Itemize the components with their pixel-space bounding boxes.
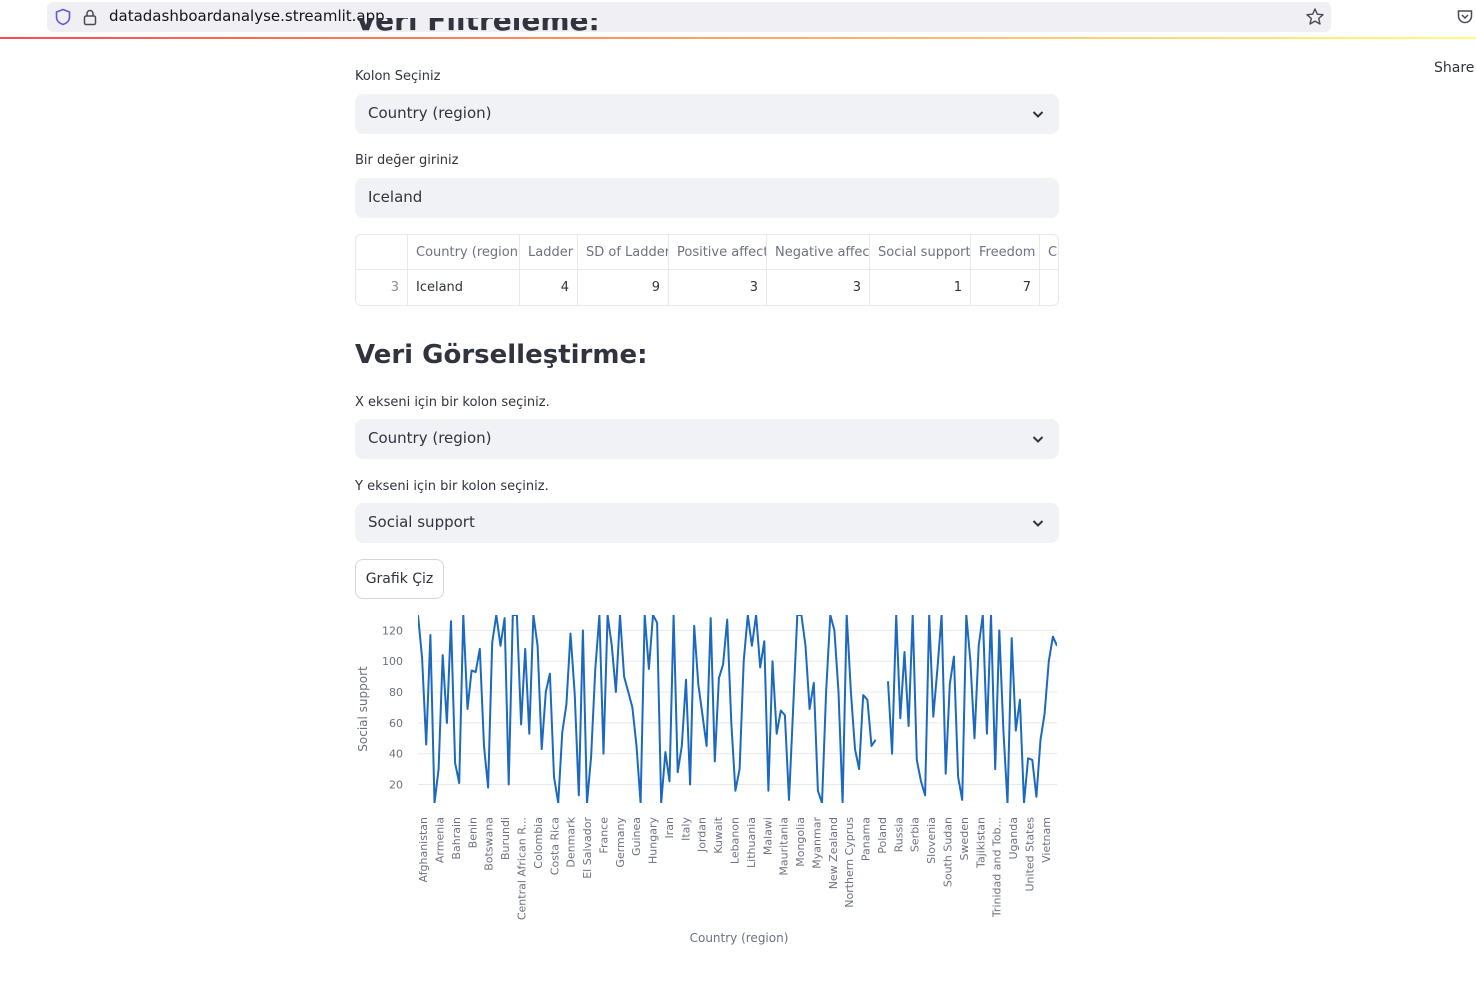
share-button[interactable]: Share [1434,60,1474,76]
x-tick-label: Sweden [958,817,971,860]
x-tick-label: Costa Rica [548,817,561,875]
x-tick-label: France [597,817,610,854]
x-tick-label: Iran [663,817,676,839]
y-tick-label: 20 [389,779,403,792]
bookmark-star-icon[interactable] [1305,7,1325,27]
x-tick-label: Burundi [499,817,512,860]
x-tick-label: Mongolia [794,817,807,867]
x-tick-label: Uganda [1007,817,1020,859]
table-row-index: 3 [356,270,408,305]
table-cell[interactable]: 9 [578,270,669,305]
x-select-label: X ekseni için bir kolon seçiniz. [355,395,550,410]
x-tick-label: Trinidad and Tob... [991,817,1004,918]
x-tick-label: Vietnam [1040,817,1053,863]
x-tick-label: Germany [614,817,627,868]
x-tick-label: Botswana [483,817,496,871]
x-tick-label: Serbia [909,817,922,852]
filter-section-title: Veri Filtreleme: [355,18,600,37]
table-header[interactable]: Social support [870,235,971,270]
x-tick-label: Northern Cyprus [843,817,856,908]
x-tick-label: New Zealand [827,817,840,889]
y-tick-label: 100 [382,655,403,668]
table-cell[interactable] [1040,270,1058,305]
x-tick-label: Hungary [647,817,660,864]
x-tick-label: Denmark [565,816,578,867]
value-input[interactable]: Iceland [355,178,1059,218]
y-tick-label: 120 [382,624,403,637]
y-select-label: Y ekseni için bir kolon seçiniz. [355,479,549,494]
chevron-down-icon [1032,520,1044,527]
x-tick-label: Myanmar [810,817,823,869]
table-header[interactable]: Freedom [971,235,1040,270]
x-tick-label: Slovenia [925,817,938,864]
table-cell[interactable]: 7 [971,270,1040,305]
value-input-text: Iceland [368,188,423,206]
table-cell[interactable]: Iceland [408,270,520,305]
table-header[interactable]: SD of Ladder [578,235,669,270]
column-select-label: Kolon Seçiniz [355,69,441,84]
viz-section-title: Veri Görselleştirme: [355,340,648,370]
x-tick-label: Russia [892,817,905,852]
series-line [418,615,1057,803]
pocket-icon[interactable] [1456,8,1474,26]
x-tick-label: Malawi [761,817,774,855]
x-tick-label: Lebanon [729,817,742,864]
y-tick-label: 80 [389,686,403,699]
x-tick-label: United States [1023,817,1036,892]
y-axis-select[interactable]: Social support [355,503,1059,543]
filtered-data-table[interactable]: Country (region) Ladder SD of Ladder Pos… [355,234,1059,306]
y-tick-label: 40 [389,748,403,761]
x-tick-label: Panama [860,817,873,861]
x-tick-label: Poland [876,817,889,854]
x-tick-label: Mauritania [778,817,791,876]
chevron-down-icon [1032,111,1044,118]
column-select-value: Country (region) [368,104,492,122]
line-chart[interactable]: 20406080100120Afghanistan Armenia Bahrain B… [355,605,1065,950]
y-axis-title: Social support [356,666,370,752]
table-header[interactable]: Negative affect [767,235,870,270]
shield-icon[interactable] [54,8,72,26]
y-tick-label: 60 [389,717,403,730]
url-text: datadashboardanalyse.streamlit.app [109,7,385,25]
x-tick-label: Jordan [696,817,709,853]
chevron-down-icon [1032,436,1044,443]
table-cell[interactable]: 3 [767,270,870,305]
x-axis-title: Country (region) [690,931,789,945]
table-cell[interactable]: 4 [520,270,578,305]
column-select[interactable]: Country (region) [355,94,1059,134]
x-tick-label: Tajikistan [974,817,987,869]
draw-chart-button[interactable]: Grafik Çiz [355,559,444,599]
lock-icon[interactable] [82,8,98,26]
table-header[interactable]: Ladder [520,235,578,270]
x-tick-label: South Sudan [942,817,955,887]
x-tick-label: El Salvador [581,817,594,879]
table-index-header [356,235,408,270]
x-tick-label: Central African R... [516,817,529,920]
x-tick-label: Benin [466,817,479,848]
y-axis-select-value: Social support [368,513,475,531]
x-tick-label: Kuwait [712,816,725,853]
x-tick-label: Guinea [630,817,643,856]
x-tick-label: Lithuania [745,817,758,868]
table-cell[interactable]: 1 [870,270,971,305]
table-header[interactable]: Positive affect [669,235,767,270]
value-input-label: Bir değer giriniz [355,153,459,168]
table-header[interactable]: Co [1040,235,1058,270]
x-tick-label: Afghanistan [417,817,430,883]
table-header[interactable]: Country (region) [408,235,520,270]
x-axis-select[interactable]: Country (region) [355,419,1059,459]
x-tick-label: Bahrain [450,817,463,860]
x-tick-label: Italy [679,817,692,841]
x-axis-select-value: Country (region) [368,429,492,447]
x-tick-label: Colombia [532,817,545,869]
x-tick-label: Armenia [434,817,447,863]
table-cell[interactable]: 3 [669,270,767,305]
